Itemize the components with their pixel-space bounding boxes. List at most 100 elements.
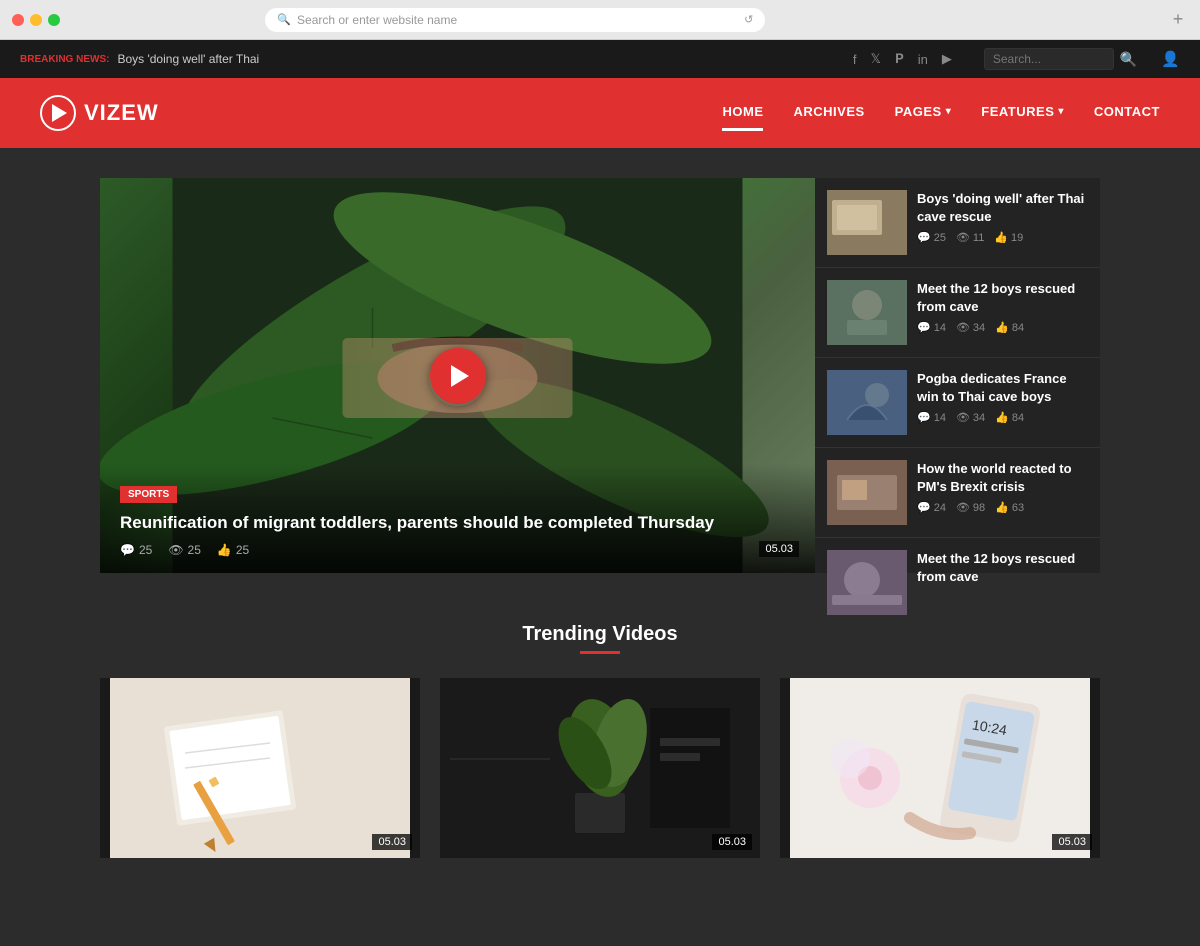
nav-contact[interactable]: CONTACT <box>1094 104 1160 123</box>
trending-card-2[interactable]: 05.03 <box>440 678 760 858</box>
trending-card-3[interactable]: 10:24 05.03 <box>780 678 1100 858</box>
logo-icon <box>40 95 76 131</box>
sidebar-article-3[interactable]: Pogba dedicates France win to Thai cave … <box>815 358 1100 448</box>
featured-overlay: SPORTS Reunification of migrant toddlers… <box>100 464 815 573</box>
s1-comments: 💬 25 <box>917 231 946 244</box>
trending-grid: 05.03 05. <box>100 678 1100 858</box>
address-bar[interactable]: 🔍 Search or enter website name ↺ <box>265 8 765 32</box>
likes-count: 👍 25 <box>217 543 249 557</box>
main-header: VIZEW HOME ARCHIVES PAGES ▾ FEATURES ▾ C… <box>0 78 1200 148</box>
section-title: Trending Videos <box>522 623 677 654</box>
sidebar-article-1[interactable]: Boys 'doing well' after Thai cave rescue… <box>815 178 1100 268</box>
like-icon: 👍 <box>994 231 1008 244</box>
comment-icon: 💬 <box>917 501 931 514</box>
s3-likes: 👍 84 <box>995 411 1024 424</box>
sidebar-thumb-4 <box>827 460 907 525</box>
sidebar-thumb-5 <box>827 550 907 615</box>
search-input[interactable] <box>984 48 1114 70</box>
sidebar-content-3: Pogba dedicates France win to Thai cave … <box>907 370 1088 424</box>
s4-likes: 👍 63 <box>995 501 1024 514</box>
hero-section: SPORTS Reunification of migrant toddlers… <box>100 178 1100 573</box>
sidebar-meta-3: 💬 14 👁 34 👍 84 <box>917 411 1088 424</box>
comment-icon: 💬 <box>917 231 931 244</box>
s2-comments: 💬 14 <box>917 321 946 334</box>
sidebar-title-4: How the world reacted to PM's Brexit cri… <box>917 460 1088 495</box>
featured-meta: 💬 25 👁 25 👍 25 <box>120 543 795 557</box>
nav-features[interactable]: FEATURES ▾ <box>981 104 1064 123</box>
eye-icon: 👁 <box>168 543 183 557</box>
like-icon: 👍 <box>217 543 232 557</box>
play-icon <box>52 104 67 122</box>
s4-comments: 💬 24 <box>917 501 946 514</box>
featured-article[interactable]: SPORTS Reunification of migrant toddlers… <box>100 178 815 573</box>
category-tag[interactable]: SPORTS <box>120 486 177 503</box>
sidebar-title-5: Meet the 12 boys rescued from cave <box>917 550 1088 585</box>
add-tab-button[interactable]: + <box>1168 10 1188 30</box>
nav-home[interactable]: HOME <box>722 104 763 123</box>
eye-icon: 👁 <box>956 501 970 514</box>
sidebar-meta-2: 💬 14 👁 34 👍 84 <box>917 321 1088 334</box>
features-chevron-icon: ▾ <box>1058 106 1064 117</box>
maximize-dot[interactable] <box>48 14 60 26</box>
trending-section: Trending Videos 05.03 <box>100 623 1100 858</box>
s4-views: 👁 98 <box>956 501 985 514</box>
trending-badge-3: 05.03 <box>1052 834 1092 850</box>
browser-chrome: 🔍 Search or enter website name ↺ + <box>0 0 1200 40</box>
s1-likes: 👍 19 <box>994 231 1023 244</box>
sidebar-thumb-3 <box>827 370 907 435</box>
sidebar-title-1: Boys 'doing well' after Thai cave rescue <box>917 190 1088 225</box>
sidebar-content-2: Meet the 12 boys rescued from cave 💬 14 … <box>907 280 1088 334</box>
user-icon[interactable]: 👤 <box>1161 50 1180 68</box>
breaking-news: BREAKING NEWS: Boys 'doing well' after T… <box>20 52 259 66</box>
timestamp-badge: 05.03 <box>759 541 799 557</box>
sidebar-thumb-2 <box>827 280 907 345</box>
views-count: 👁 25 <box>168 543 201 557</box>
youtube-icon[interactable]: ▶ <box>942 51 952 67</box>
s2-views: 👁 34 <box>956 321 985 334</box>
sidebar-article-2[interactable]: Meet the 12 boys rescued from cave 💬 14 … <box>815 268 1100 358</box>
facebook-icon[interactable]: f <box>853 52 857 67</box>
sidebar-articles: Boys 'doing well' after Thai cave rescue… <box>815 178 1100 573</box>
sidebar-title-3: Pogba dedicates France win to Thai cave … <box>917 370 1088 405</box>
reload-icon[interactable]: ↺ <box>744 13 753 26</box>
close-dot[interactable] <box>12 14 24 26</box>
play-button[interactable] <box>430 348 486 404</box>
nav-pages[interactable]: PAGES ▾ <box>895 104 952 123</box>
minimize-dot[interactable] <box>30 14 42 26</box>
like-icon: 👍 <box>995 411 1009 424</box>
sidebar-article-4[interactable]: How the world reacted to PM's Brexit cri… <box>815 448 1100 538</box>
eye-icon: 👁 <box>956 231 970 244</box>
sidebar-article-5[interactable]: Meet the 12 boys rescued from cave <box>815 538 1100 627</box>
sidebar-meta-1: 💬 25 👁 11 👍 19 <box>917 231 1088 244</box>
play-icon <box>451 365 469 387</box>
comments-count: 💬 25 <box>120 543 152 557</box>
trending-card-1[interactable]: 05.03 <box>100 678 420 858</box>
logo-text: VIZEW <box>84 100 159 126</box>
pinterest-icon[interactable]: 𝐏 <box>895 51 904 67</box>
sidebar-content-1: Boys 'doing well' after Thai cave rescue… <box>907 190 1088 244</box>
eye-icon: 👁 <box>956 411 970 424</box>
main-content: SPORTS Reunification of migrant toddlers… <box>0 148 1200 888</box>
sidebar-meta-4: 💬 24 👁 98 👍 63 <box>917 501 1088 514</box>
linkedin-icon[interactable]: in <box>918 52 928 67</box>
search-icon: 🔍 <box>277 13 291 26</box>
search-icon[interactable]: 🔍 <box>1120 51 1137 68</box>
pages-chevron-icon: ▾ <box>946 106 952 117</box>
featured-title: Reunification of migrant toddlers, paren… <box>120 511 795 535</box>
main-nav: HOME ARCHIVES PAGES ▾ FEATURES ▾ CONTACT <box>722 104 1160 123</box>
top-bar: BREAKING NEWS: Boys 'doing well' after T… <box>0 40 1200 78</box>
trending-badge-2: 05.03 <box>712 834 752 850</box>
social-links: f 𝕏 𝐏 in ▶ <box>853 51 952 67</box>
top-icons: 👤 <box>1161 50 1180 68</box>
top-search[interactable]: 🔍 <box>984 48 1137 70</box>
twitter-icon[interactable]: 𝕏 <box>870 51 880 67</box>
browser-dots <box>12 14 60 26</box>
sidebar-content-5: Meet the 12 boys rescued from cave <box>907 550 1088 591</box>
s3-comments: 💬 14 <box>917 411 946 424</box>
nav-archives[interactable]: ARCHIVES <box>793 104 864 123</box>
sidebar-title-2: Meet the 12 boys rescued from cave <box>917 280 1088 315</box>
logo[interactable]: VIZEW <box>40 95 159 131</box>
s2-likes: 👍 84 <box>995 321 1024 334</box>
like-icon: 👍 <box>995 501 1009 514</box>
comment-icon: 💬 <box>917 411 931 424</box>
